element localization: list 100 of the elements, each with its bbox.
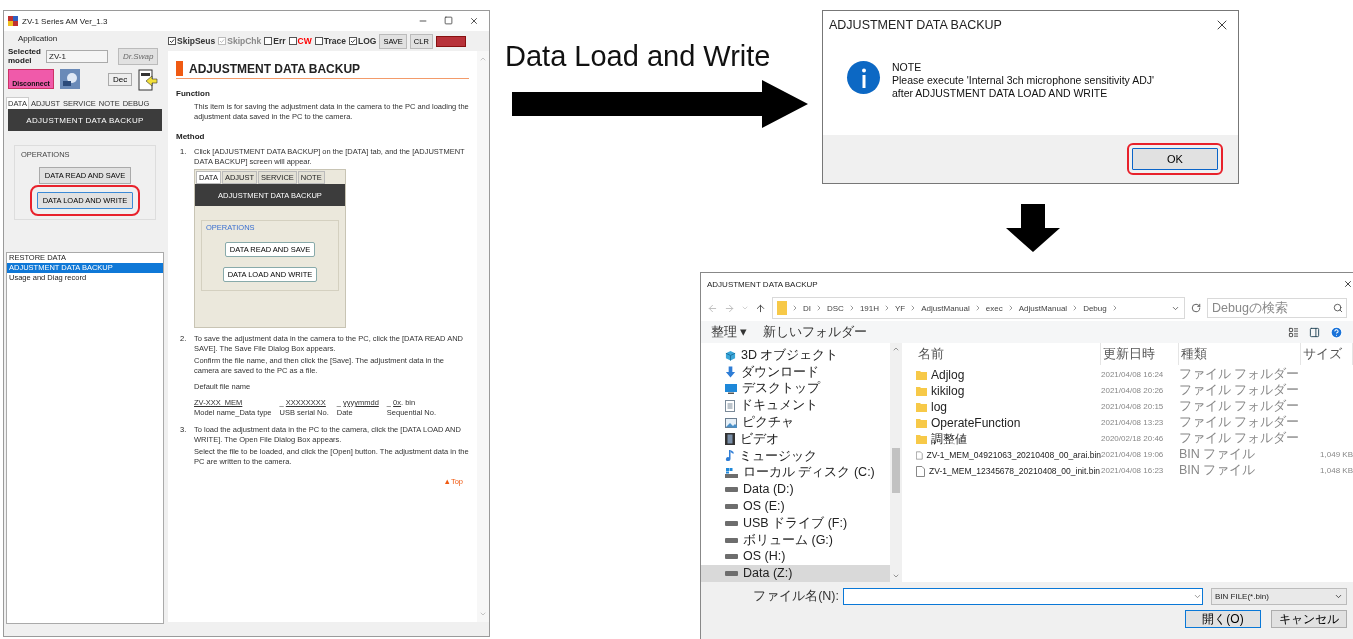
checkbox[interactable] bbox=[168, 37, 176, 45]
checkbox[interactable] bbox=[264, 37, 273, 45]
scroll-thumb[interactable] bbox=[892, 448, 901, 493]
file-type: ファイル フォルダー bbox=[1179, 383, 1301, 398]
checkbox-label: SkipSeus bbox=[177, 36, 216, 46]
download-icon bbox=[725, 366, 736, 379]
note-heading: NOTE bbox=[892, 61, 923, 73]
file-name[interactable]: log bbox=[916, 399, 1101, 415]
chevron-right-icon[interactable] bbox=[883, 304, 891, 312]
subheading: Function bbox=[176, 89, 211, 98]
disk-icon bbox=[725, 467, 738, 478]
back-icon[interactable] bbox=[707, 302, 718, 314]
scroll-up-icon[interactable] bbox=[479, 55, 487, 63]
file-icon bbox=[916, 449, 923, 461]
tree-item[interactable]: ミュージック bbox=[701, 447, 891, 465]
view-icon[interactable] bbox=[1288, 326, 1299, 338]
tree-item[interactable]: ボリューム (G:) bbox=[701, 531, 891, 549]
chevron-right-icon[interactable] bbox=[791, 304, 799, 312]
close-icon[interactable] bbox=[1343, 279, 1353, 289]
file-name[interactable]: ZV-1_MEM_12345678_20210408_00_init.bin bbox=[916, 463, 1101, 479]
status-button[interactable] bbox=[435, 35, 466, 47]
tree-item[interactable]: 3D オブジェクト bbox=[701, 347, 891, 364]
filename-label: ファイル名(N): bbox=[753, 588, 839, 605]
drive-icon bbox=[725, 520, 738, 526]
scroll-up-icon[interactable] bbox=[892, 345, 901, 353]
camera-icon[interactable] bbox=[60, 69, 80, 89]
refresh-icon[interactable] bbox=[1191, 303, 1201, 313]
address-bar[interactable]: DI DSC 191H YF AdjustManual exec AdjustManual Debug bbox=[772, 297, 1185, 319]
tree-item[interactable]: ピクチャ bbox=[701, 414, 891, 431]
drive-icon bbox=[725, 487, 738, 493]
tree-item[interactable]: USB ドライブ (F:) bbox=[701, 514, 891, 532]
tree-item[interactable]: デスクトップ bbox=[701, 380, 891, 398]
film-icon bbox=[725, 433, 735, 446]
checkbox[interactable] bbox=[288, 37, 297, 45]
info-icon bbox=[847, 61, 880, 94]
file-name[interactable]: 調整値 bbox=[916, 431, 1101, 447]
path-segment[interactable]: YF bbox=[895, 303, 906, 313]
up-icon[interactable] bbox=[755, 302, 766, 314]
checkbox[interactable] bbox=[349, 37, 357, 45]
column-header[interactable]: サイズ bbox=[1301, 343, 1353, 365]
file-type: ファイル フォルダー bbox=[1179, 367, 1301, 382]
path-segment[interactable]: Debug bbox=[1083, 303, 1107, 313]
drive-icon bbox=[725, 571, 738, 577]
tree-item[interactable]: OS (E:) bbox=[701, 498, 891, 515]
scroll-down-icon[interactable] bbox=[479, 610, 487, 618]
tree-item[interactable]: OS (H:) bbox=[701, 548, 891, 566]
file-name[interactable]: OperateFunction bbox=[916, 415, 1101, 431]
subheading: Method bbox=[176, 132, 206, 141]
search-icon bbox=[1333, 303, 1343, 313]
help-icon[interactable] bbox=[1330, 325, 1343, 339]
path-segment[interactable]: 191H bbox=[859, 303, 879, 313]
file-name[interactable]: Adjlog bbox=[916, 367, 1101, 383]
organize-button[interactable]: 整理 ▾ bbox=[711, 323, 748, 341]
chevron-icon[interactable] bbox=[741, 304, 749, 312]
tree-item[interactable]: ビデオ bbox=[701, 431, 891, 448]
filter-select[interactable]: BIN FILE(*.bin) bbox=[1211, 588, 1347, 605]
close-icon[interactable] bbox=[469, 16, 479, 26]
path-segment[interactable]: DI bbox=[803, 303, 811, 313]
file-name[interactable]: kikilog bbox=[916, 383, 1101, 399]
scroll-down-icon[interactable] bbox=[892, 572, 901, 580]
path-segment[interactable]: AdjustManual bbox=[1018, 303, 1068, 313]
file-type: BIN ファイル bbox=[1179, 447, 1257, 462]
search-field[interactable]: Debugの検索 bbox=[1207, 298, 1347, 318]
drive-icon bbox=[725, 554, 738, 560]
file-name[interactable]: ZV-1_MEM_04921063_20210408_00_arai.bin bbox=[916, 447, 1101, 463]
tree-item[interactable]: ローカル ディスク (C:) bbox=[701, 464, 891, 482]
chevron-right-icon[interactable] bbox=[815, 304, 823, 312]
cancel-button[interactable]: キャンセル bbox=[1271, 610, 1347, 628]
file-type: ファイル フォルダー bbox=[1179, 399, 1301, 414]
column-header[interactable]: 名前 bbox=[916, 343, 1101, 365]
maximize-icon[interactable] bbox=[444, 16, 453, 25]
window-title: ZV-1 Series AM Ver_1.3 bbox=[22, 16, 109, 26]
dropdown-icon[interactable] bbox=[1334, 592, 1343, 601]
music-note-icon bbox=[725, 450, 734, 463]
file-date: 2021/04/08 13:23 bbox=[1101, 417, 1165, 429]
path-segment[interactable]: AdjustManual bbox=[921, 303, 970, 313]
column-header[interactable]: 更新日時 bbox=[1101, 343, 1179, 365]
note-text: Please execute 'Internal 3ch microphone sensitivity ADJ' bbox=[892, 74, 1154, 86]
dropdown-icon[interactable] bbox=[1193, 592, 1202, 601]
arrow-icon[interactable] bbox=[138, 69, 159, 91]
path-segment[interactable]: exec bbox=[985, 303, 1003, 313]
tree-item[interactable]: ダウンロード bbox=[701, 363, 891, 381]
column-header[interactable]: 種類 bbox=[1179, 343, 1301, 365]
dialog-title: ADJUSTMENT DATA BACKUP bbox=[829, 18, 1002, 32]
filename-field[interactable] bbox=[843, 588, 1203, 605]
tree-item[interactable]: ドキュメント bbox=[701, 397, 891, 415]
desktop-icon bbox=[725, 384, 737, 394]
menu-item[interactable]: Application bbox=[18, 33, 58, 43]
path-segment[interactable]: DSC bbox=[827, 303, 844, 313]
forward-icon[interactable] bbox=[724, 302, 735, 314]
open-button[interactable]: 開く(O) bbox=[1185, 610, 1261, 628]
file-icon bbox=[916, 465, 925, 477]
tree-item[interactable]: Data (D:) bbox=[701, 481, 891, 499]
new-folder-button[interactable]: 新しいフォルダー bbox=[763, 323, 868, 341]
model-field[interactable]: ZV-1 bbox=[46, 49, 108, 63]
file-type: BIN ファイル bbox=[1179, 463, 1257, 478]
tree-item[interactable]: Data (Z:) bbox=[701, 565, 891, 582]
checkbox[interactable] bbox=[314, 37, 323, 45]
preview-pane-icon[interactable] bbox=[1309, 326, 1320, 338]
dec-button[interactable]: Dec bbox=[108, 73, 133, 86]
